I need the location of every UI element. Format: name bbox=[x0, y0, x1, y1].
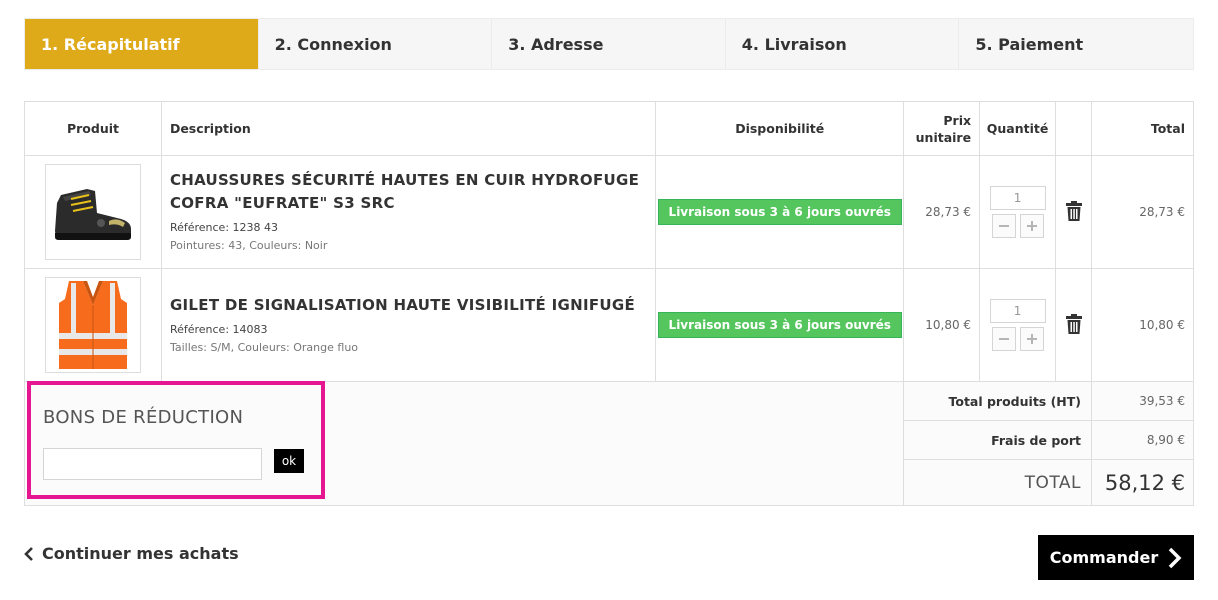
header-availability: Disponibilité bbox=[655, 101, 905, 156]
cart-item-row: CHAUSSURES SÉCURITÉ HAUTES EN CUIR HYDRO… bbox=[24, 155, 1194, 269]
line-total: 10,80 € bbox=[1091, 268, 1194, 382]
step-payment[interactable]: 5. Paiement bbox=[959, 19, 1193, 69]
step-address[interactable]: 3. Adresse bbox=[492, 19, 726, 69]
step-summary: 1. Récapitulatif bbox=[25, 19, 259, 69]
grand-total-label: TOTAL bbox=[903, 459, 1092, 506]
order-button[interactable]: Commander bbox=[1038, 535, 1194, 580]
grand-total-value: 58,12 € bbox=[1091, 459, 1194, 506]
header-quantity: Quantité bbox=[979, 101, 1057, 156]
cart-item-row: GILET DE SIGNALISATION HAUTE VISIBILITÉ … bbox=[24, 268, 1194, 382]
quantity-input[interactable]: 1 bbox=[989, 186, 1046, 210]
voucher-title: BONS DE RÉDUCTION bbox=[43, 407, 244, 428]
shipping-label: Frais de port bbox=[903, 420, 1092, 460]
unit-price: 10,80 € bbox=[903, 268, 981, 382]
product-image-vest[interactable] bbox=[44, 277, 141, 373]
checkout-steps: 1. Récapitulatif 2. Connexion 3. Adresse… bbox=[24, 18, 1194, 70]
order-button-label: Commander bbox=[1049, 548, 1159, 567]
line-total: 28,73 € bbox=[1091, 155, 1194, 269]
trash-icon[interactable] bbox=[1065, 313, 1082, 334]
total-products-label: Total produits (HT) bbox=[903, 381, 1092, 421]
minus-icon bbox=[998, 338, 1009, 340]
step-shipping[interactable]: 4. Livraison bbox=[725, 19, 960, 69]
availability-badge: Livraison sous 3 à 6 jours ouvrés bbox=[657, 312, 902, 338]
shipping-value: 8,90 € bbox=[1091, 420, 1194, 460]
plus-icon bbox=[1026, 221, 1037, 231]
continue-shopping-label: Continuer mes achats bbox=[42, 544, 239, 563]
header-description: Description bbox=[160, 101, 657, 156]
header-unit-price: Prix unitaire bbox=[903, 101, 981, 156]
quantity-decrease-button[interactable] bbox=[991, 327, 1016, 351]
voucher-box: BONS DE RÉDUCTION ok bbox=[27, 381, 325, 499]
minus-icon bbox=[998, 225, 1009, 227]
product-name[interactable]: GILET DE SIGNALISATION HAUTE VISIBILITÉ … bbox=[170, 294, 654, 317]
voucher-ok-button[interactable]: ok bbox=[274, 449, 304, 473]
header-product: Produit bbox=[24, 101, 162, 156]
chevron-right-icon bbox=[1168, 547, 1182, 568]
total-products-value: 39,53 € bbox=[1091, 381, 1194, 421]
product-reference: Référence: 14083 bbox=[169, 322, 268, 336]
product-image-boot[interactable] bbox=[44, 164, 141, 260]
step-login[interactable]: 2. Connexion bbox=[258, 19, 493, 69]
safety-vest-icon bbox=[58, 281, 127, 369]
quantity-decrease-button[interactable] bbox=[991, 214, 1016, 238]
product-attributes: Pointures: 43, Couleurs: Noir bbox=[169, 239, 328, 252]
trash-icon[interactable] bbox=[1065, 200, 1082, 221]
product-attributes: Tailles: S/M, Couleurs: Orange fluo bbox=[169, 340, 359, 354]
quantity-increase-button[interactable] bbox=[1019, 214, 1044, 238]
voucher-code-input[interactable] bbox=[43, 448, 262, 480]
continue-shopping-link[interactable]: Continuer mes achats bbox=[24, 544, 239, 563]
chevron-left-icon bbox=[24, 546, 34, 561]
quantity-increase-button[interactable] bbox=[1019, 327, 1044, 351]
safety-boot-icon bbox=[54, 189, 131, 240]
quantity-input[interactable]: 1 bbox=[989, 299, 1046, 323]
product-reference: Référence: 1238 43 bbox=[169, 221, 279, 234]
plus-icon bbox=[1026, 334, 1037, 344]
product-name[interactable]: CHAUSSURES SÉCURITÉ HAUTES EN CUIR HYDRO… bbox=[170, 169, 654, 215]
header-delete bbox=[1055, 101, 1092, 156]
availability-badge: Livraison sous 3 à 6 jours ouvrés bbox=[657, 199, 902, 225]
unit-price: 28,73 € bbox=[903, 155, 981, 269]
header-total: Total bbox=[1091, 101, 1194, 156]
